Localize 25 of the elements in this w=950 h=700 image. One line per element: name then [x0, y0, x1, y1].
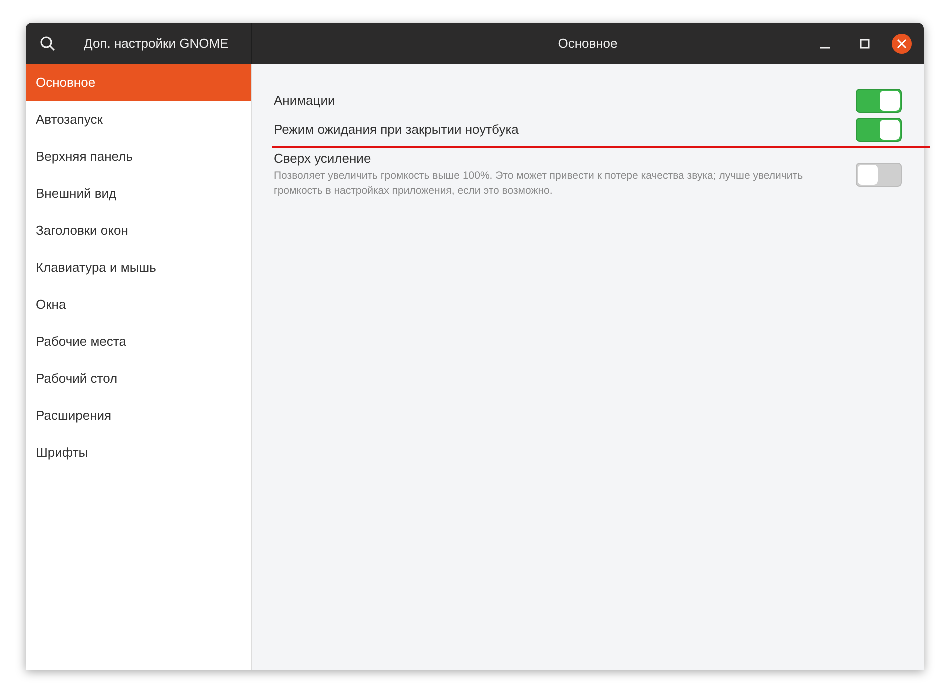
minimize-icon — [820, 46, 830, 48]
setting-description: Позволяет увеличить громкость выше 100%. Это может привести к потере качества звука; лучше увеличить громкость в настройках приложения, если это возможно. — [274, 169, 804, 199]
search-icon — [40, 36, 56, 52]
sidebar-item[interactable]: Основное — [26, 64, 251, 101]
sidebar-item[interactable]: Верхняя панель — [26, 138, 251, 175]
sidebar-item[interactable]: Расширения — [26, 397, 251, 434]
toggle-switch[interactable] — [856, 88, 902, 112]
maximize-icon — [860, 38, 870, 48]
sidebar-item[interactable]: Автозапуск — [26, 101, 251, 138]
setting-label: Сверх усиление — [274, 151, 372, 166]
sidebar-item[interactable]: Заголовки окон — [26, 212, 251, 249]
sidebar-item[interactable]: Рабочие места — [26, 323, 251, 360]
sidebar-item[interactable]: Внешний вид — [26, 175, 251, 212]
sidebar-item[interactable]: Окна — [26, 286, 251, 323]
close-icon — [897, 38, 907, 48]
app-title: Доп. настройки GNOME — [84, 36, 229, 51]
sidebar-item[interactable]: Шрифты — [26, 434, 251, 471]
window-title: Основное — [558, 36, 618, 51]
close-button[interactable] — [892, 34, 912, 54]
sidebar-item[interactable]: Рабочий стол — [26, 360, 251, 397]
toggle-switch[interactable] — [856, 118, 902, 142]
setting-label: Режим ожидания при закрытии ноутбука — [274, 122, 519, 137]
sidebar-item[interactable]: Клавиатура и мышь — [26, 249, 251, 286]
setting-label: Анимации — [274, 93, 336, 108]
toggle-switch[interactable] — [856, 163, 902, 187]
